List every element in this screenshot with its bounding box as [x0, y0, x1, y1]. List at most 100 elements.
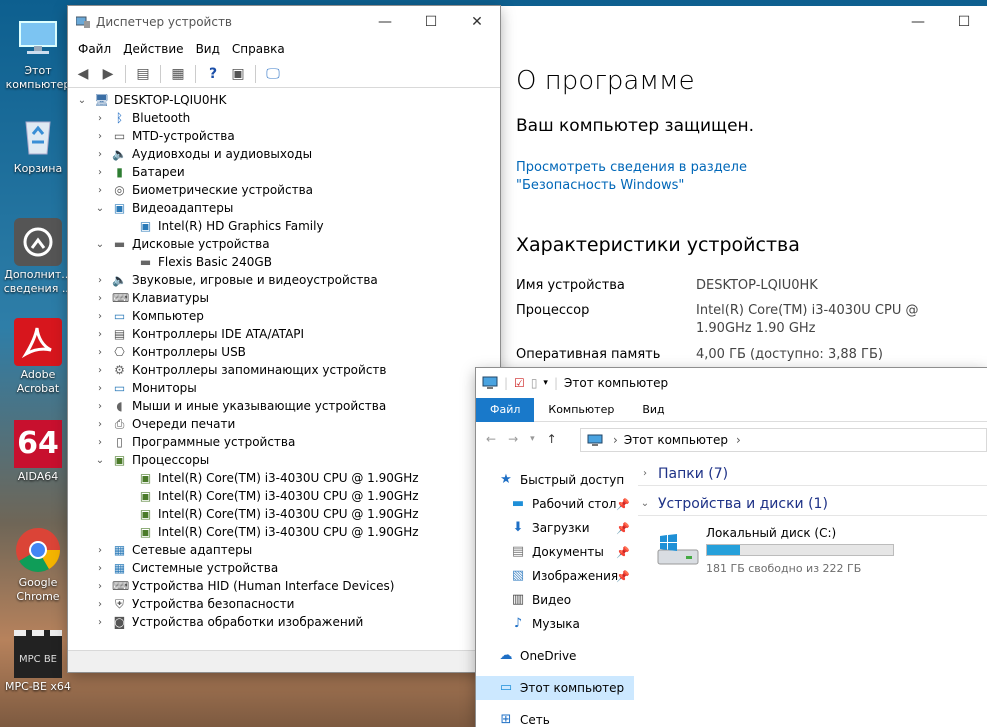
forward-arrow-icon[interactable]: → — [508, 432, 518, 446]
nav-item[interactable]: ▤ Документы 📌 — [476, 540, 634, 564]
tree-device[interactable]: ▣ Intel(R) Core(TM) i3-4030U CPU @ 1.90GH… — [68, 523, 500, 541]
chevron-right-icon[interactable]: › — [94, 437, 106, 448]
tree-category[interactable]: › ⌨ Устройства HID (Human Interface Device… — [68, 577, 500, 595]
tab-view[interactable]: Вид — [628, 398, 678, 422]
tree-category[interactable]: › ▯ Программные устройства — [68, 433, 500, 451]
tree-category[interactable]: › ▭ Мониторы — [68, 379, 500, 397]
chevron-down-icon[interactable]: ⌄ — [94, 455, 106, 466]
chevron-right-icon[interactable]: › — [94, 383, 106, 394]
tree-device[interactable]: ▣ Intel(R) HD Graphics Family — [68, 217, 500, 235]
chevron-right-icon[interactable]: › — [94, 365, 106, 376]
chevron-right-icon[interactable]: › — [94, 149, 106, 160]
recent-locations-chevron-icon[interactable]: ▾ — [530, 434, 535, 444]
tree-category[interactable]: › ⌨ Клавиатуры — [68, 289, 500, 307]
chevron-right-icon[interactable]: › — [94, 617, 106, 628]
desktop-icon-mpc-be[interactable]: MPC BE MPC-BE x64 — [0, 630, 76, 694]
tree-category[interactable]: › ᛒ Bluetooth — [68, 109, 500, 127]
tree-category[interactable]: › ◙ Устройства обработки изображений — [68, 613, 500, 631]
chevron-right-icon[interactable]: › — [94, 347, 106, 358]
nav-item[interactable]: ★ Быстрый доступ — [476, 468, 634, 492]
tree-category[interactable]: › ▦ Системные устройства — [68, 559, 500, 577]
close-button[interactable]: ✕ — [454, 6, 500, 38]
nav-item[interactable]: ▭ Этот компьютер — [476, 676, 634, 700]
chevron-right-icon[interactable]: › — [94, 545, 106, 556]
chevron-right-icon[interactable]: › — [94, 113, 106, 124]
chevron-right-icon[interactable]: › — [94, 563, 106, 574]
chevron-right-icon[interactable]: › — [94, 311, 106, 322]
tree-category[interactable]: › 🔈 Звуковые, игровые и видеоустройства — [68, 271, 500, 289]
tree-category[interactable]: ⌄ ▣ Процессоры — [68, 451, 500, 469]
menu-file[interactable]: Файл — [72, 42, 117, 56]
chevron-right-icon[interactable]: › — [94, 329, 106, 340]
back-arrow-icon[interactable]: ◀ — [72, 63, 94, 85]
desktop-icon-get-help[interactable]: Дополнит... сведения ... — [0, 218, 76, 296]
chevron-down-icon[interactable]: ⌄ — [76, 95, 88, 106]
desktop-icon-aida64[interactable]: 64 AIDA64 — [0, 420, 76, 484]
maximize-button[interactable]: ☐ — [941, 6, 987, 38]
menu-view[interactable]: Вид — [190, 42, 226, 56]
security-link[interactable]: Просмотреть сведения в разделе "Безопасн… — [516, 159, 846, 195]
nav-item[interactable]: ☁ OneDrive — [476, 644, 634, 668]
desktop-icon-adobe-acrobat[interactable]: Adobe Acrobat — [0, 318, 76, 396]
tab-file[interactable]: Файл — [476, 397, 535, 422]
tab-computer[interactable]: Компьютер — [534, 398, 628, 422]
scan-hardware-icon[interactable]: 🖵 — [262, 63, 284, 85]
tree-category[interactable]: › ⎙ Очереди печати — [68, 415, 500, 433]
tree-category[interactable]: › 🔈 Аудиовходы и аудиовыходы — [68, 145, 500, 163]
nav-item[interactable]: ♪ Музыка — [476, 612, 634, 636]
breadcrumb[interactable]: Этот компьютер — [624, 433, 728, 447]
chevron-right-icon[interactable]: › — [94, 401, 106, 412]
desktop-icon-google-chrome[interactable]: Google Chrome — [0, 526, 76, 604]
tree-device[interactable]: ▣ Intel(R) Core(TM) i3-4030U CPU @ 1.90GH… — [68, 505, 500, 523]
back-arrow-icon[interactable]: ← — [486, 432, 496, 446]
up-arrow-icon[interactable]: ↑ — [547, 432, 557, 446]
help-icon[interactable]: ? — [202, 63, 224, 85]
tree-category[interactable]: › ▦ Сетевые адаптеры — [68, 541, 500, 559]
minimize-button[interactable]: — — [362, 6, 408, 38]
group-devices-drives[interactable]: ⌄ Устройства и диски (1) — [638, 492, 987, 516]
tree-device[interactable]: ▣ Intel(R) Core(TM) i3-4030U CPU @ 1.90GH… — [68, 487, 500, 505]
chevron-right-icon[interactable]: › — [94, 131, 106, 142]
drive-item-c[interactable]: Локальный диск (C:) 181 ГБ свободно из 2… — [654, 526, 914, 576]
tree-category[interactable]: › ▭ MTD-устройства — [68, 127, 500, 145]
chevron-right-icon[interactable]: › — [94, 167, 106, 178]
tree-category[interactable]: › ⎔ Контроллеры USB — [68, 343, 500, 361]
device-view-icon[interactable]: ▣ — [227, 63, 249, 85]
chevron-down-icon[interactable]: ⌄ — [94, 203, 106, 214]
chevron-down-icon[interactable]: ⌄ — [94, 239, 106, 250]
chevron-down-icon[interactable]: ▾ — [543, 378, 548, 388]
properties-check-icon[interactable]: ☑ — [514, 376, 525, 390]
tree-category[interactable]: ⌄ ▬ Дисковые устройства — [68, 235, 500, 253]
tree-category[interactable]: ⌄ ▣ Видеоадаптеры — [68, 199, 500, 217]
tree-category[interactable]: › ◎ Биометрические устройства — [68, 181, 500, 199]
nav-item[interactable]: ▬ Рабочий стол 📌 — [476, 492, 634, 516]
nav-item[interactable]: ⬇ Загрузки 📌 — [476, 516, 634, 540]
forward-arrow-icon[interactable]: ▶ — [97, 63, 119, 85]
tree-category[interactable]: › ▤ Контроллеры IDE ATA/ATAPI — [68, 325, 500, 343]
new-folder-icon[interactable]: ▯ — [531, 376, 538, 390]
chevron-right-icon[interactable]: › — [94, 599, 106, 610]
tree-device[interactable]: ▣ Intel(R) Core(TM) i3-4030U CPU @ 1.90GH… — [68, 469, 500, 487]
menu-help[interactable]: Справка — [226, 42, 291, 56]
tree-category[interactable]: › ▭ Компьютер — [68, 307, 500, 325]
tree-category[interactable]: › ◖ Мыши и иные указывающие устройства — [68, 397, 500, 415]
menu-action[interactable]: Действие — [117, 42, 189, 56]
maximize-button[interactable]: ☐ — [408, 6, 454, 38]
show-hide-tree-icon[interactable]: ▤ — [132, 63, 154, 85]
nav-item[interactable]: ▧ Изображения 📌 — [476, 564, 634, 588]
tree-category[interactable]: › ⚙ Контроллеры запоминающих устройств — [68, 361, 500, 379]
tree-root[interactable]: ⌄ 🖥 DESKTOP-LQIU0HK — [68, 91, 500, 109]
desktop-icon-recycle-bin[interactable]: Корзина — [0, 112, 76, 176]
chevron-right-icon[interactable]: › — [94, 419, 106, 430]
chevron-right-icon[interactable]: › — [94, 185, 106, 196]
properties-icon[interactable]: ▦ — [167, 63, 189, 85]
desktop-icon-this-pc[interactable]: Этот компьютер — [0, 14, 76, 92]
chevron-right-icon[interactable]: › — [94, 581, 106, 592]
address-bar[interactable]: › Этот компьютер › — [580, 428, 987, 452]
chevron-right-icon[interactable]: › — [94, 293, 106, 304]
tree-category[interactable]: › ⛨ Устройства безопасности — [68, 595, 500, 613]
chevron-right-icon[interactable]: › — [94, 275, 106, 286]
tree-device[interactable]: ▬ Flexis Basic 240GB — [68, 253, 500, 271]
minimize-button[interactable]: — — [895, 6, 941, 38]
nav-item[interactable]: ⊞ Сеть — [476, 708, 634, 727]
